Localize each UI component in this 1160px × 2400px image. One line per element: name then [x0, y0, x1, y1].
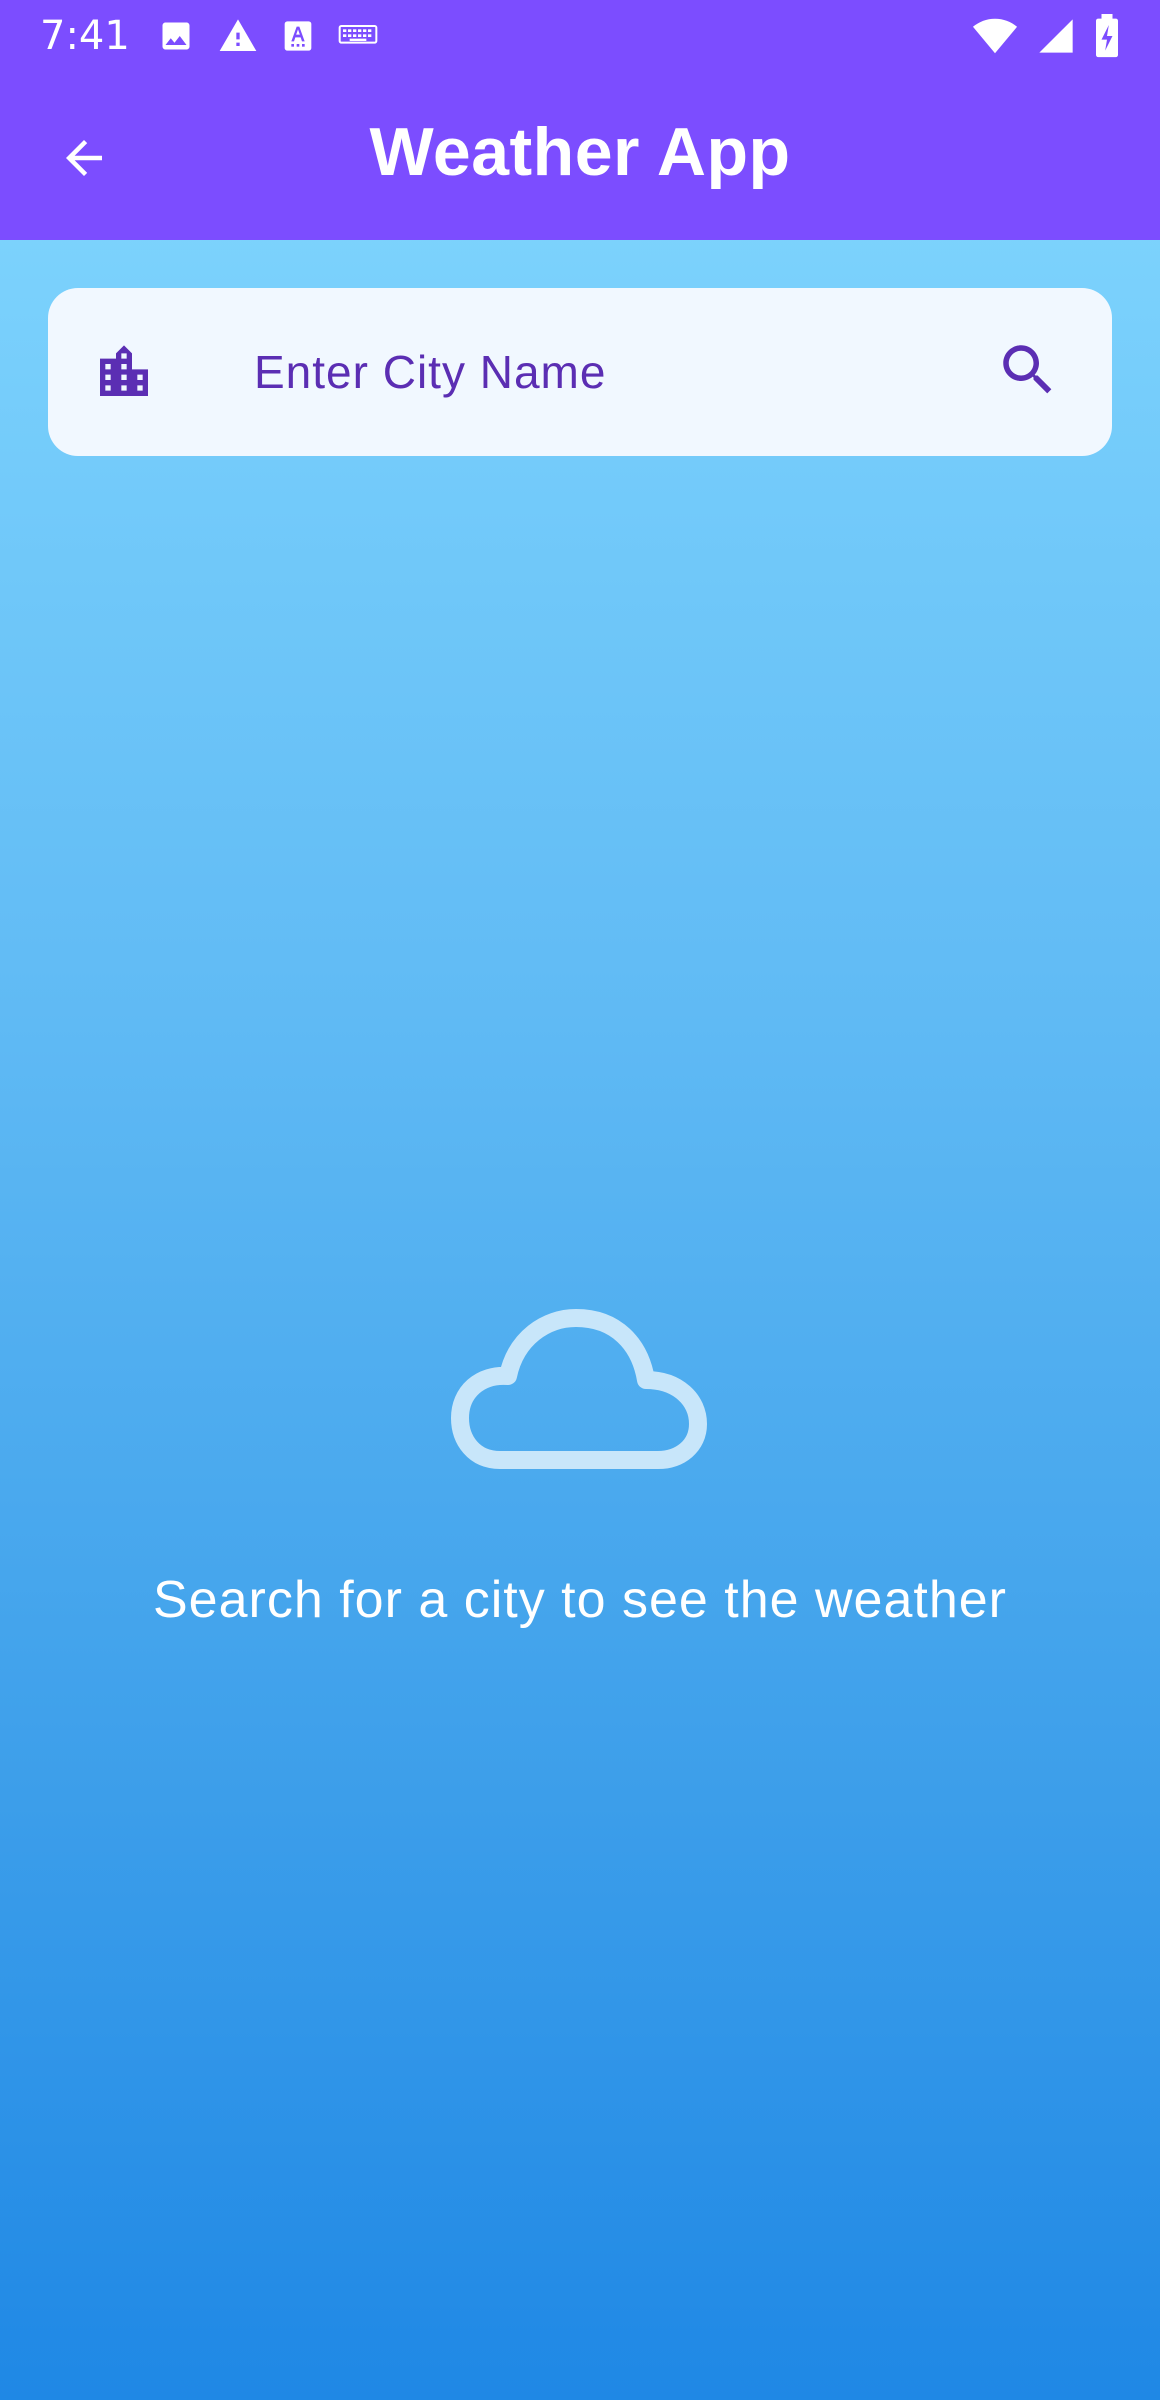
status-time: 7:41: [40, 13, 130, 59]
battery-charging-icon: [1094, 14, 1120, 58]
search-icon: [995, 337, 1061, 407]
keyboard-icon: [338, 22, 378, 50]
text-a-icon: [282, 19, 314, 53]
notification-icons: [158, 16, 378, 56]
cloud-icon: [450, 1300, 710, 1480]
weather-screen: 7:41 Weather App Enter City Name Search …: [0, 0, 1160, 2400]
status-bar: 7:41: [0, 0, 1160, 72]
page-title: Weather App: [369, 114, 791, 190]
image-icon: [158, 18, 194, 54]
wifi-icon: [972, 16, 1018, 56]
search-card: [48, 288, 1112, 456]
empty-state-message: Search for a city to see the weather: [153, 1571, 1007, 1629]
signal-icon: [1036, 16, 1076, 56]
system-icons: [972, 14, 1120, 58]
city-icon: [92, 340, 156, 404]
search-button[interactable]: [980, 324, 1076, 420]
app-bar: Weather App: [0, 72, 1160, 240]
city-search-input[interactable]: [204, 324, 984, 420]
warning-icon: [218, 16, 258, 56]
